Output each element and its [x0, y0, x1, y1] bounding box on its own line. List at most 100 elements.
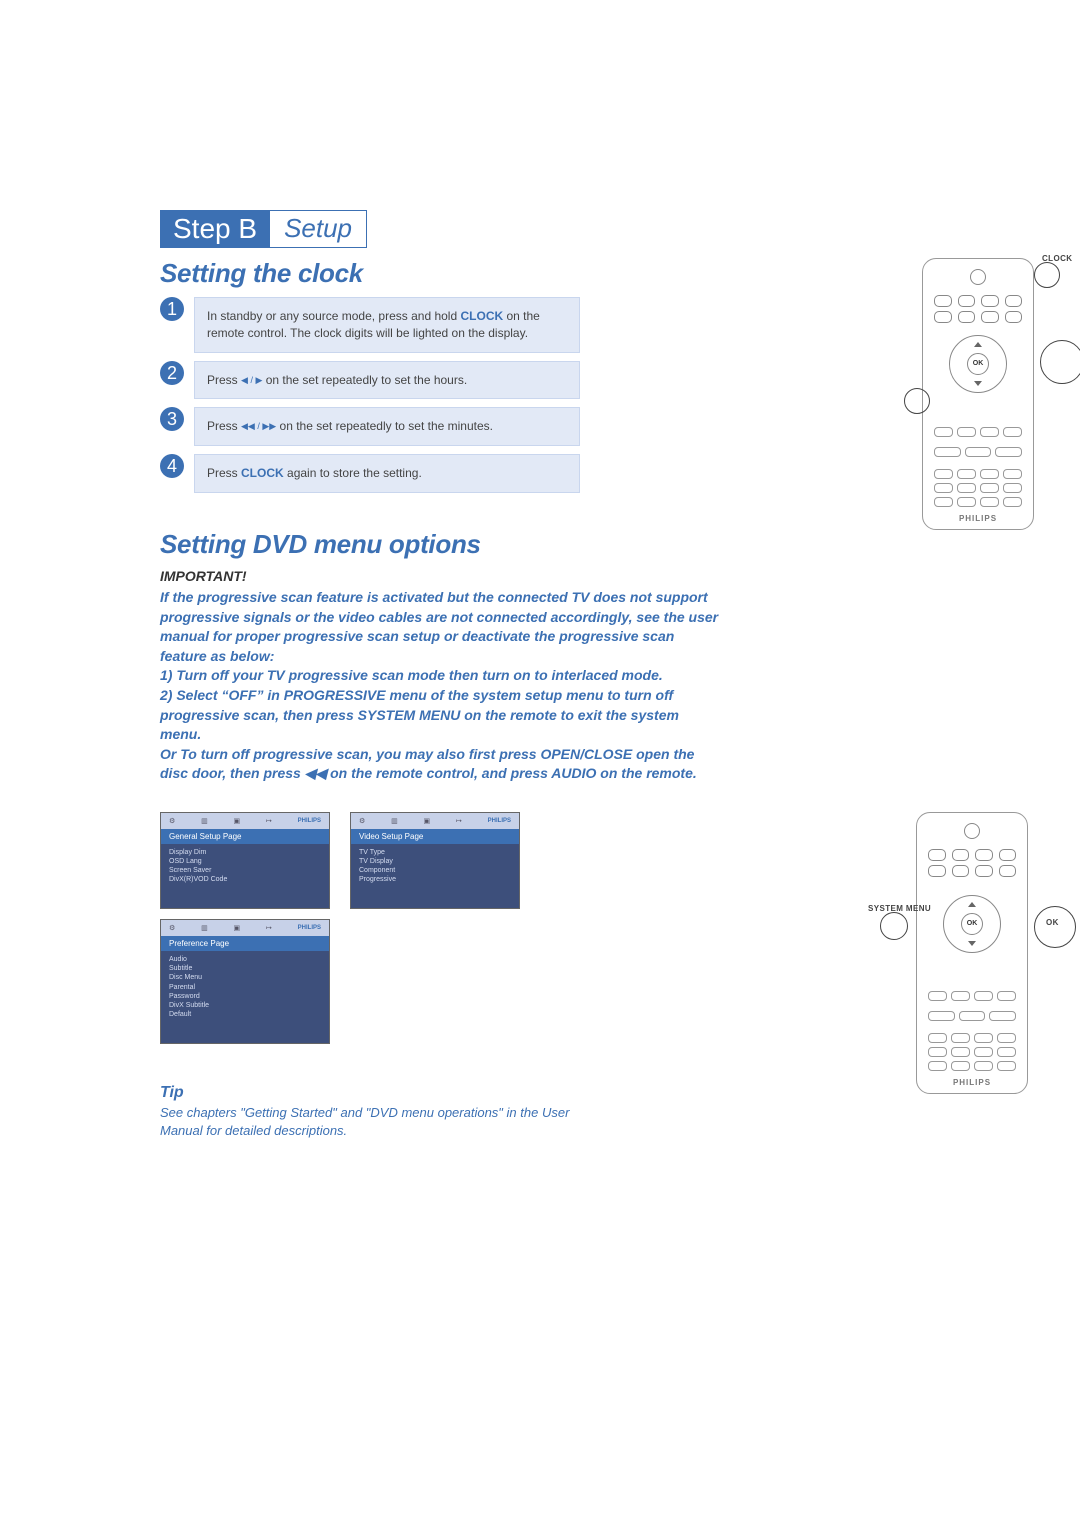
remote-brand-label: PHILIPS — [917, 1078, 1027, 1087]
step-4-text-b: again to store the setting. — [284, 466, 422, 480]
step-2-text-a: Press — [207, 373, 241, 387]
menu-items-video: TV Type TV Display Component Progressive — [351, 844, 519, 908]
preference-page-screenshot: ⚙ ▥ ▣ ↦ PHILIPS Preference Page Audio Su… — [160, 919, 330, 1044]
up-icon — [968, 902, 976, 907]
menu-brand: PHILIPS — [298, 925, 321, 931]
section-title-clock: Setting the clock — [160, 258, 920, 289]
menu-item: Screen Saver — [169, 866, 321, 875]
important-heading: IMPORTANT! — [160, 568, 920, 584]
speaker-icon: ▥ — [201, 817, 208, 825]
remote-ok-button: OK — [967, 353, 989, 375]
video-icon: ▣ — [424, 817, 431, 825]
menu-item: TV Type — [359, 848, 511, 857]
system-menu-callout-label: SYSTEM MENU — [868, 904, 931, 913]
step-1-text-a: In standby or any source mode, press and… — [207, 309, 460, 323]
step-3-text-b: on the set repeatedly to set the minutes… — [276, 419, 493, 433]
video-setup-page-screenshot: ⚙ ▥ ▣ ↦ PHILIPS Video Setup Page TV Type… — [350, 812, 520, 909]
step-4-text: Press CLOCK again to store the setting. — [194, 454, 580, 493]
tip-heading: Tip — [160, 1084, 600, 1102]
menu-title: Preference Page — [161, 936, 329, 951]
remote-diagram-clock: OK PHILIPS CLOCK — [922, 258, 1080, 528]
remote-brand-label: PHILIPS — [923, 514, 1033, 523]
ok-callout-circle — [1034, 906, 1076, 948]
menu-item: Password — [169, 992, 321, 1001]
step-2-text: Press ◀ / ▶ on the set repeatedly to set… — [194, 361, 580, 400]
menu-item: TV Display — [359, 857, 511, 866]
remote-ok-button: OK — [961, 913, 983, 935]
step-3-text: Press ◀◀ / ▶▶ on the set repeatedly to s… — [194, 407, 580, 446]
menu-brand: PHILIPS — [488, 818, 511, 824]
menu-tabs: ⚙ ▥ ▣ ↦ PHILIPS — [161, 920, 329, 936]
menu-screenshots-row: ⚙ ▥ ▣ ↦ PHILIPS General Setup Page Displ… — [160, 812, 920, 1044]
down-icon — [968, 941, 976, 946]
step-1: 1 In standby or any source mode, press a… — [160, 297, 580, 353]
menu-item: Component — [359, 866, 511, 875]
menu-tabs: ⚙ ▥ ▣ ↦ PHILIPS — [161, 813, 329, 829]
section-setting-clock: Setting the clock 1 In standby or any so… — [160, 258, 920, 493]
step-number-badge: 3 — [160, 407, 184, 431]
speaker-icon: ▥ — [201, 924, 208, 932]
remote-diagram-system-menu: OK PHILIPS SYSTEM MENU — [916, 812, 1076, 1092]
clock-keyword: CLOCK — [241, 466, 284, 480]
step-badge: Step B — [160, 210, 270, 248]
clock-callout-circle — [1034, 262, 1060, 288]
remote-outline: OK PHILIPS — [922, 258, 1034, 530]
menu-tabs: ⚙ ▥ ▣ ↦ PHILIPS — [351, 813, 519, 829]
menu-item: Audio — [169, 955, 321, 964]
gear-icon: ⚙ — [169, 817, 175, 825]
menu-item: DivX(R)VOD Code — [169, 875, 321, 884]
menu-item: DivX Subtitle — [169, 1001, 321, 1010]
tip-block: Tip See chapters "Getting Started" and "… — [160, 1084, 600, 1139]
section-title-dvd: Setting DVD menu options — [160, 529, 920, 560]
remote-power-icon — [964, 823, 980, 839]
menu-title: Video Setup Page — [351, 829, 519, 844]
exit-icon: ↦ — [266, 817, 272, 825]
step-4-text-a: Press — [207, 466, 241, 480]
step-2: 2 Press ◀ / ▶ on the set repeatedly to s… — [160, 361, 580, 400]
menu-item: Default — [169, 1010, 321, 1019]
menu-items-general: Display Dim OSD Lang Screen Saver DivX(R… — [161, 844, 329, 908]
step-3-text-a: Press — [207, 419, 241, 433]
menu-item: Disc Menu — [169, 973, 321, 982]
vol-callout-circle — [904, 388, 930, 414]
video-icon: ▣ — [234, 817, 241, 825]
ok-callout-label: OK — [1046, 918, 1059, 927]
tip-body: See chapters "Getting Started" and "DVD … — [160, 1104, 600, 1139]
menu-brand: PHILIPS — [298, 818, 321, 824]
video-icon: ▣ — [234, 924, 241, 932]
gear-icon: ⚙ — [359, 817, 365, 825]
remote-power-icon — [970, 269, 986, 285]
important-body: If the progressive scan feature is activ… — [160, 588, 720, 784]
step-number-badge: 4 — [160, 454, 184, 478]
step-3: 3 Press ◀◀ / ▶▶ on the set repeatedly to… — [160, 407, 580, 446]
up-icon — [974, 342, 982, 347]
section-dvd-menu: Setting DVD menu options IMPORTANT! If t… — [160, 529, 920, 784]
step-number-badge: 2 — [160, 361, 184, 385]
menu-item: OSD Lang — [169, 857, 321, 866]
menu-item: Parental — [169, 983, 321, 992]
menu-item: Progressive — [359, 875, 511, 884]
rewind-ffwd-icon: ◀◀ / ▶▶ — [241, 420, 276, 433]
system-menu-callout-circle — [880, 912, 908, 940]
speaker-icon: ▥ — [391, 817, 398, 825]
menu-title: General Setup Page — [161, 829, 329, 844]
down-icon — [974, 381, 982, 386]
step-1-text: In standby or any source mode, press and… — [194, 297, 580, 353]
menu-item: Display Dim — [169, 848, 321, 857]
remote-dpad: OK — [949, 335, 1007, 393]
step-header: Step B Setup — [160, 210, 920, 248]
step-title: Setup — [270, 210, 367, 248]
clock-keyword: CLOCK — [460, 309, 503, 323]
remote-outline: OK PHILIPS — [916, 812, 1028, 1094]
menu-item: Subtitle — [169, 964, 321, 973]
prev-next-icon: ◀ / ▶ — [241, 374, 262, 387]
general-setup-page-screenshot: ⚙ ▥ ▣ ↦ PHILIPS General Setup Page Displ… — [160, 812, 330, 909]
gear-icon: ⚙ — [169, 924, 175, 932]
nav-callout-circle — [1040, 340, 1080, 384]
step-2-text-b: on the set repeatedly to set the hours. — [262, 373, 467, 387]
step-4: 4 Press CLOCK again to store the setting… — [160, 454, 580, 493]
menu-items-preference: Audio Subtitle Disc Menu Parental Passwo… — [161, 951, 329, 1043]
exit-icon: ↦ — [266, 924, 272, 932]
exit-icon: ↦ — [456, 817, 462, 825]
step-number-badge: 1 — [160, 297, 184, 321]
